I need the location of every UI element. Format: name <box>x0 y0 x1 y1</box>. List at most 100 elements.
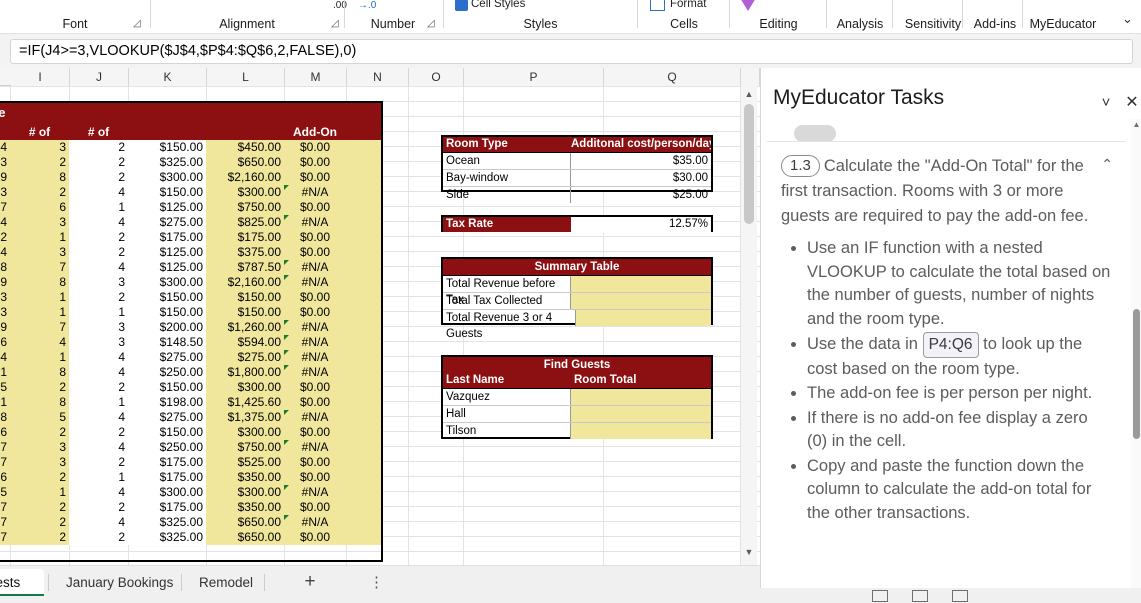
booking-cell-room_total[interactable]: $650.00 <box>206 515 284 530</box>
ribbon-group-addins[interactable]: Add-ins <box>964 17 1026 31</box>
booking-cell-total_tax[interactable] <box>346 215 383 230</box>
sheet-overflow-icon[interactable]: ⋮ <box>369 572 384 594</box>
booking-cell-h[interactable]: 3 <box>0 185 10 200</box>
room-cost-cell[interactable]: $30.00 <box>571 170 711 186</box>
booking-cell-guests[interactable]: 2 <box>69 140 128 155</box>
booking-cell-room_total[interactable]: $750.00 <box>206 200 284 215</box>
booking-cell-h[interactable]: 2 <box>0 230 10 245</box>
booking-cell-rate[interactable]: $125.00 <box>128 200 206 215</box>
booking-cell-rate[interactable]: $150.00 <box>128 290 206 305</box>
booking-cell-total_tax[interactable] <box>346 305 383 320</box>
booking-cell-addon[interactable]: $0.00 <box>284 155 346 170</box>
booking-cell-rate[interactable]: $200.00 <box>128 320 206 335</box>
sheet-tab-remodel[interactable]: Remodel <box>187 569 265 596</box>
booking-cell-guests[interactable]: 2 <box>69 455 128 470</box>
booking-cell-nights[interactable]: 8 <box>10 365 69 380</box>
booking-cell-nights[interactable]: 2 <box>10 500 69 515</box>
booking-cell-total_tax[interactable] <box>346 395 383 410</box>
booking-cell-h[interactable]: 1 <box>0 395 10 410</box>
booking-cell-h[interactable]: 4 <box>0 215 10 230</box>
booking-cell-rate[interactable]: $125.00 <box>128 245 206 260</box>
booking-cell-h[interactable]: 6 <box>0 470 10 485</box>
cell-reference[interactable]: P4:Q6 <box>922 332 979 358</box>
booking-cell-addon[interactable]: $0.00 <box>284 470 346 485</box>
booking-cell-guests[interactable]: 2 <box>69 245 128 260</box>
booking-cell-h[interactable]: 7 <box>0 440 10 455</box>
booking-cell-nights[interactable]: 1 <box>10 305 69 320</box>
booking-cell-nights[interactable]: 8 <box>10 275 69 290</box>
tax-rate-value[interactable]: 12.57% <box>570 217 711 233</box>
booking-cell-h[interactable]: 9 <box>0 275 10 290</box>
add-sheet-icon[interactable]: + <box>299 571 321 593</box>
booking-cell-room_total[interactable]: $300.00 <box>206 185 284 200</box>
pane-scroll-up-icon[interactable]: ▲ <box>1131 119 1141 131</box>
normal-view-icon[interactable] <box>872 590 888 602</box>
booking-cell-room_total[interactable]: $650.00 <box>206 530 284 545</box>
booking-cell-h[interactable]: 7 <box>0 455 10 470</box>
booking-cell-addon[interactable]: #N/A <box>284 365 346 380</box>
booking-cell-rate[interactable]: $148.50 <box>128 335 206 350</box>
summary-value[interactable] <box>576 310 711 326</box>
booking-cell-room_total[interactable]: $300.00 <box>206 380 284 395</box>
booking-cell-room_total[interactable]: $594.00 <box>206 335 284 350</box>
tax-rate-table[interactable]: Tax Rate 12.57% <box>441 215 713 233</box>
booking-cell-nights[interactable]: 2 <box>10 530 69 545</box>
sheet-tab-guests[interactable]: uests <box>0 569 44 596</box>
booking-cell-room_total[interactable]: $525.00 <box>206 455 284 470</box>
column-header-P[interactable]: P <box>464 68 604 86</box>
booking-cell-addon[interactable]: $0.00 <box>284 140 346 155</box>
chevron-up-icon[interactable]: ⌃ <box>1101 156 1113 173</box>
booking-cell-nights[interactable]: 3 <box>10 215 69 230</box>
booking-cell-total_tax[interactable] <box>346 410 383 425</box>
booking-cell-total_tax[interactable] <box>346 350 383 365</box>
column-header-K[interactable]: K <box>129 68 207 86</box>
booking-cell-nights[interactable]: 2 <box>10 515 69 530</box>
booking-cell-room_total[interactable]: $175.00 <box>206 230 284 245</box>
scroll-down-icon[interactable]: ▼ <box>741 544 757 560</box>
column-header-L[interactable]: L <box>207 68 285 86</box>
booking-cell-rate[interactable]: $275.00 <box>128 350 206 365</box>
booking-cell-room_total[interactable]: $1,425.60 <box>206 395 284 410</box>
booking-cell-addon[interactable]: #N/A <box>284 215 346 230</box>
booking-cell-nights[interactable]: 2 <box>10 425 69 440</box>
booking-cell-total_tax[interactable] <box>346 200 383 215</box>
booking-cell-nights[interactable]: 7 <box>10 320 69 335</box>
booking-cell-rate[interactable]: $300.00 <box>128 170 206 185</box>
booking-cell-nights[interactable]: 6 <box>10 200 69 215</box>
booking-cell-addon[interactable]: $0.00 <box>284 425 346 440</box>
booking-cell-addon[interactable]: $0.00 <box>284 200 346 215</box>
room-type-cell[interactable]: Side <box>443 187 571 203</box>
close-icon[interactable]: ✕ <box>1123 92 1141 114</box>
booking-cell-room_total[interactable]: $787.50 <box>206 260 284 275</box>
booking-cell-addon[interactable]: $0.00 <box>284 230 346 245</box>
ribbon-group-sensitivity[interactable]: Sensitivity <box>894 17 972 31</box>
booking-cell-guests[interactable]: 1 <box>69 470 128 485</box>
booking-cell-addon[interactable]: $0.00 <box>284 380 346 395</box>
booking-cell-guests[interactable]: 2 <box>69 290 128 305</box>
room-cost-cell[interactable]: $35.00 <box>571 153 711 169</box>
booking-cell-room_total[interactable]: $300.00 <box>206 425 284 440</box>
booking-cell-room_total[interactable]: $375.00 <box>206 245 284 260</box>
booking-cell-guests[interactable]: 4 <box>69 185 128 200</box>
booking-cell-guests[interactable]: 3 <box>69 320 128 335</box>
booking-cell-addon[interactable]: $0.00 <box>284 395 346 410</box>
booking-cell-room_total[interactable]: $750.00 <box>206 440 284 455</box>
booking-cell-total_tax[interactable] <box>346 170 383 185</box>
booking-cell-rate[interactable]: $175.00 <box>128 230 206 245</box>
booking-cell-room_total[interactable]: $1,260.00 <box>206 320 284 335</box>
booking-cell-h[interactable]: 8 <box>0 410 10 425</box>
booking-cell-rate[interactable]: $150.00 <box>128 140 206 155</box>
summary-value[interactable] <box>571 293 711 309</box>
booking-cell-guests[interactable]: 2 <box>69 425 128 440</box>
pane-vertical-scrollbar[interactable]: ▲ ▼ <box>1131 119 1141 603</box>
booking-cell-rate[interactable]: $325.00 <box>128 515 206 530</box>
booking-cell-addon[interactable]: #N/A <box>284 440 346 455</box>
booking-cell-total_tax[interactable] <box>346 500 383 515</box>
booking-cell-nights[interactable]: 8 <box>10 170 69 185</box>
booking-cell-addon[interactable]: $0.00 <box>284 455 346 470</box>
formula-input[interactable]: =IF(J4>=3,VLOOKUP($J$4,$P$4:$Q$6,2,FALSE… <box>10 38 1133 64</box>
booking-cell-total_tax[interactable] <box>346 470 383 485</box>
booking-cell-room_total[interactable]: $300.00 <box>206 485 284 500</box>
column-header-O[interactable]: O <box>409 68 464 86</box>
booking-cell-h[interactable]: 7 <box>0 530 10 545</box>
